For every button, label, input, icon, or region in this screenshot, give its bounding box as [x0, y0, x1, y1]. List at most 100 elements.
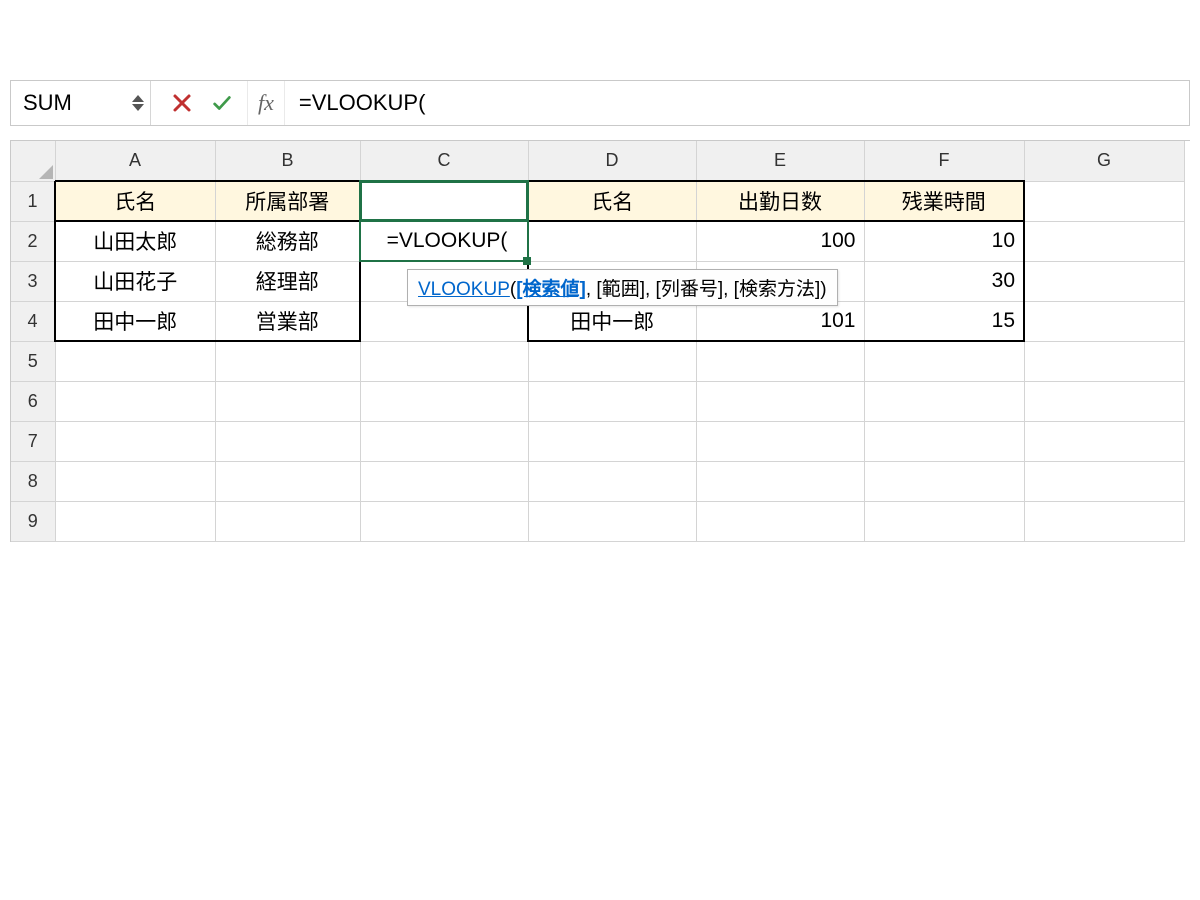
row-header-4[interactable]: 4 [11, 301, 55, 341]
col-header-E[interactable]: E [696, 141, 864, 181]
cell-D9[interactable] [528, 501, 696, 541]
cell-C1[interactable] [360, 181, 528, 221]
row-header-3[interactable]: 3 [11, 261, 55, 301]
cell-A6[interactable] [55, 381, 215, 421]
name-box-value: SUM [23, 90, 72, 116]
cell-C7[interactable] [360, 421, 528, 461]
select-all-corner[interactable] [11, 141, 55, 181]
cell-B8[interactable] [215, 461, 360, 501]
cell-E6[interactable] [696, 381, 864, 421]
formula-bar: SUM fx =VLOOKUP( [10, 80, 1190, 126]
cell-E5[interactable] [696, 341, 864, 381]
editing-text: =VLOOKUP( [387, 229, 508, 252]
cell-D8[interactable] [528, 461, 696, 501]
cell-C5[interactable] [360, 341, 528, 381]
fx-label: fx [258, 90, 274, 116]
cell-B2[interactable]: 総務部 [215, 221, 360, 261]
fill-handle[interactable] [523, 257, 531, 265]
cell-D1[interactable]: 氏名 [528, 181, 696, 221]
cell-F5[interactable] [864, 341, 1024, 381]
cell-B4[interactable]: 営業部 [215, 301, 360, 341]
cell-G4[interactable] [1024, 301, 1184, 341]
cell-A1[interactable]: 氏名 [55, 181, 215, 221]
cell-E8[interactable] [696, 461, 864, 501]
cell-D7[interactable] [528, 421, 696, 461]
confirm-button[interactable] [211, 92, 233, 114]
chevron-down-icon [132, 104, 144, 111]
cell-C8[interactable] [360, 461, 528, 501]
cell-E2[interactable]: 100 [696, 221, 864, 261]
cell-F8[interactable] [864, 461, 1024, 501]
tooltip-arg-1[interactable]: [検索値] [516, 279, 586, 300]
cell-F4[interactable]: 15 [864, 301, 1024, 341]
formula-bar-actions [151, 81, 248, 125]
cell-F3[interactable]: 30 [864, 261, 1024, 301]
tooltip-arg-2[interactable]: [範囲] [596, 279, 645, 300]
col-header-A[interactable]: A [55, 141, 215, 181]
cell-D6[interactable] [528, 381, 696, 421]
formula-input[interactable]: =VLOOKUP( [285, 81, 1189, 125]
row-header-8[interactable]: 8 [11, 461, 55, 501]
name-box[interactable]: SUM [11, 81, 151, 125]
row-header-5[interactable]: 5 [11, 341, 55, 381]
cell-D2[interactable] [528, 221, 696, 261]
row-header-7[interactable]: 7 [11, 421, 55, 461]
tooltip-fn-name[interactable]: VLOOKUP [418, 279, 510, 300]
col-header-D[interactable]: D [528, 141, 696, 181]
cell-F7[interactable] [864, 421, 1024, 461]
cell-B6[interactable] [215, 381, 360, 421]
cell-A7[interactable] [55, 421, 215, 461]
tooltip-arg-3[interactable]: [列番号] [656, 279, 724, 300]
cell-B3[interactable]: 経理部 [215, 261, 360, 301]
col-header-F[interactable]: F [864, 141, 1024, 181]
function-tooltip: VLOOKUP([検索値], [範囲], [列番号], [検索方法]) [407, 269, 838, 306]
cell-A9[interactable] [55, 501, 215, 541]
col-header-C[interactable]: C [360, 141, 528, 181]
cell-G2[interactable] [1024, 221, 1184, 261]
cell-A5[interactable] [55, 341, 215, 381]
cell-F2[interactable]: 10 [864, 221, 1024, 261]
cell-G3[interactable] [1024, 261, 1184, 301]
col-header-G[interactable]: G [1024, 141, 1184, 181]
cell-A8[interactable] [55, 461, 215, 501]
cell-C9[interactable] [360, 501, 528, 541]
row-header-6[interactable]: 6 [11, 381, 55, 421]
name-box-spinner[interactable] [132, 95, 144, 111]
cell-E4[interactable]: 101 [696, 301, 864, 341]
cell-G1[interactable] [1024, 181, 1184, 221]
cell-D5[interactable] [528, 341, 696, 381]
cell-B9[interactable] [215, 501, 360, 541]
cell-E9[interactable] [696, 501, 864, 541]
row-header-2[interactable]: 2 [11, 221, 55, 261]
cell-F6[interactable] [864, 381, 1024, 421]
cell-E7[interactable] [696, 421, 864, 461]
cell-G7[interactable] [1024, 421, 1184, 461]
row-header-1[interactable]: 1 [11, 181, 55, 221]
cell-D4[interactable]: 田中一郎 [528, 301, 696, 341]
spreadsheet-grid: A B C D E F G 1 氏名 所属部署 氏名 出勤日数 残業時間 [10, 140, 1190, 542]
cancel-button[interactable] [171, 92, 193, 114]
cell-C2[interactable]: =VLOOKUP( [360, 221, 528, 261]
col-header-B[interactable]: B [215, 141, 360, 181]
cell-F9[interactable] [864, 501, 1024, 541]
cell-A2[interactable]: 山田太郎 [55, 221, 215, 261]
cell-B7[interactable] [215, 421, 360, 461]
x-icon [172, 93, 192, 113]
cell-G9[interactable] [1024, 501, 1184, 541]
cell-B1[interactable]: 所属部署 [215, 181, 360, 221]
cell-A3[interactable]: 山田花子 [55, 261, 215, 301]
cell-B5[interactable] [215, 341, 360, 381]
tooltip-arg-4[interactable]: [検索方法] [734, 279, 821, 300]
cell-C4[interactable] [360, 301, 528, 341]
cell-G5[interactable] [1024, 341, 1184, 381]
cell-G8[interactable] [1024, 461, 1184, 501]
cell-G6[interactable] [1024, 381, 1184, 421]
tooltip-close: ) [820, 279, 826, 300]
fx-button[interactable]: fx [248, 81, 285, 125]
cell-E1[interactable]: 出勤日数 [696, 181, 864, 221]
row-header-9[interactable]: 9 [11, 501, 55, 541]
cell-F1[interactable]: 残業時間 [864, 181, 1024, 221]
cell-A4[interactable]: 田中一郎 [55, 301, 215, 341]
check-icon [211, 91, 233, 115]
cell-C6[interactable] [360, 381, 528, 421]
